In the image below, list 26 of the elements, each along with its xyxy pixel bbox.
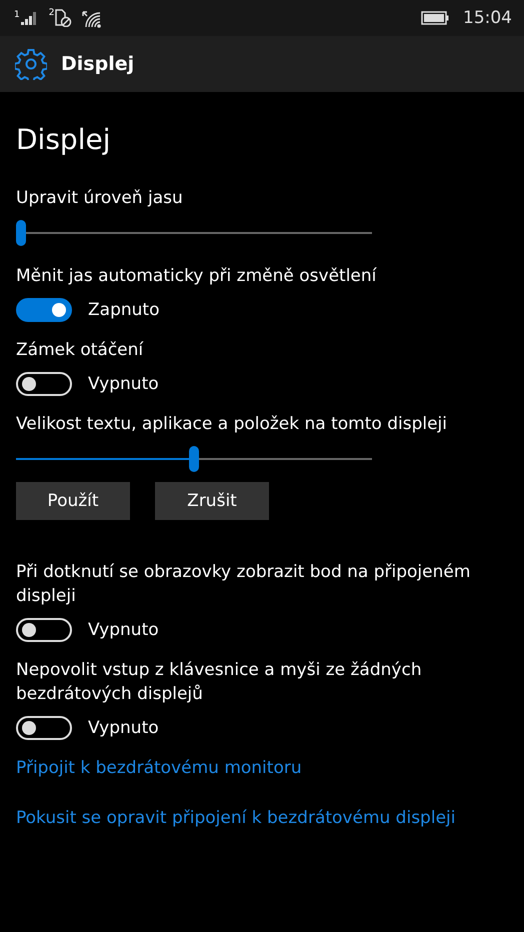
settings-icon <box>15 48 47 80</box>
header-title: Displej <box>61 53 134 75</box>
page-title: Displej <box>16 122 112 158</box>
slider-thumb[interactable] <box>189 446 199 472</box>
toggle-state: Vypnuto <box>88 620 159 640</box>
action-button[interactable]: Zrušit <box>155 482 269 520</box>
setting-label: Nepovolit vstup z klávesnice a myši ze žádných bezdrátových displejů <box>16 659 423 706</box>
setting-label: Zámek otáčení <box>16 339 144 362</box>
sim-number: 2 <box>48 9 54 18</box>
sim-number: 1 <box>14 11 20 20</box>
sim-card-icon <box>55 9 72 27</box>
setting-label: Upravit úroveň jasu <box>16 187 184 210</box>
setting-label: Velikost textu, aplikace a položek na tomto displeji <box>16 413 448 436</box>
battery-icon <box>421 11 449 25</box>
settings-link[interactable]: Pokusit se opravit připojení k bezdrátovému displeji <box>16 808 456 828</box>
toggle-state: Zapnuto <box>88 300 160 320</box>
toggle-state: Vypnuto <box>88 718 159 738</box>
action-button[interactable]: Použít <box>16 482 130 520</box>
signal-icon <box>20 11 39 25</box>
setting-label: Měnit jas automaticky při změně osvětlení <box>16 265 378 288</box>
slider-thumb[interactable] <box>16 220 26 246</box>
setting-label: Při dotknutí se obrazovky zobrazit bod na připojeném displeji <box>16 561 472 608</box>
toggle-switch[interactable] <box>16 298 72 322</box>
clock-time: 15:04 <box>463 8 512 28</box>
settings-link[interactable]: Připojit k bezdrátovému monitoru <box>16 758 302 778</box>
toggle-state: Vypnuto <box>88 374 159 394</box>
